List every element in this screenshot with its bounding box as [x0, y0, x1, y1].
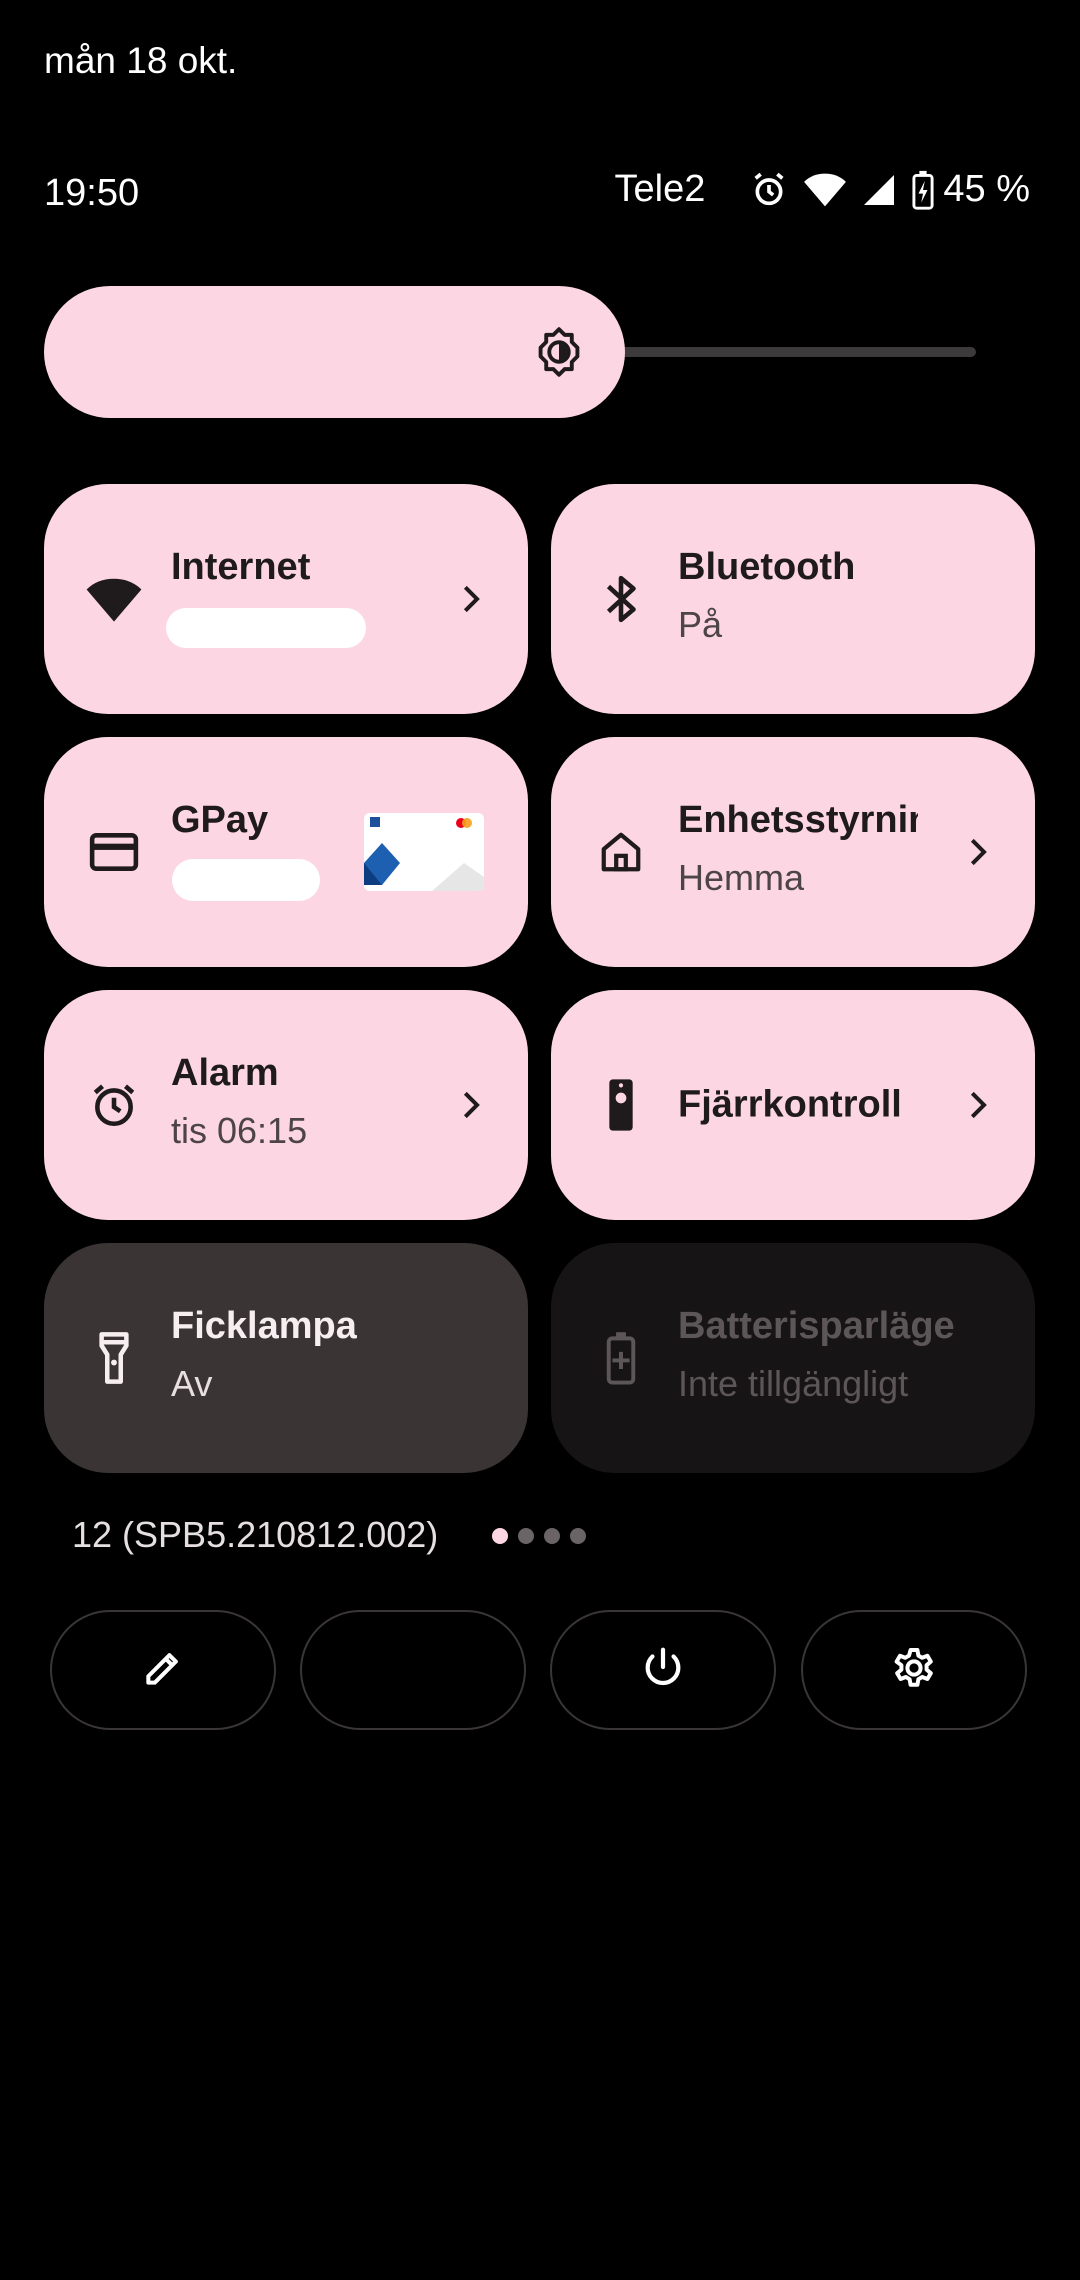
page-dot [518, 1528, 534, 1544]
tile-title: GPay [171, 799, 269, 841]
tile-internet[interactable]: Internet [44, 484, 528, 714]
build-number: 12 (SPB5.210812.002) [72, 1514, 439, 1555]
carrier-label: Tele2 [614, 168, 706, 210]
page-dot [492, 1528, 508, 1544]
brightness-track [604, 347, 976, 357]
brightness-fill[interactable] [44, 286, 625, 418]
tile-subtitle: Inte tillgängligt [678, 1363, 909, 1404]
user-switch-button[interactable] [300, 1610, 526, 1730]
flashlight-icon [84, 1328, 144, 1388]
brightness-slider[interactable] [44, 286, 976, 418]
battery-charging-icon [911, 170, 935, 210]
tile-bluetooth[interactable]: Bluetooth På [551, 484, 1035, 714]
chevron-right-icon [959, 1085, 999, 1125]
settings-button[interactable] [801, 1610, 1027, 1730]
tile-remote[interactable]: Fjärrkontroll [551, 990, 1035, 1220]
payment-card-image [364, 813, 484, 891]
tile-title: Enhetsstyrning [678, 799, 918, 841]
tile-title: Alarm [171, 1052, 279, 1094]
tile-title: Fjärrkontroll [678, 1083, 902, 1126]
tile-subtitle: Av [171, 1363, 213, 1404]
date-label: mån 18 okt. [44, 40, 238, 81]
status-icons: Tele2 45 % [615, 168, 1030, 211]
alarm-icon [749, 170, 789, 210]
edit-icon [141, 1646, 185, 1695]
remote-icon [591, 1075, 651, 1135]
power-button[interactable] [550, 1610, 776, 1730]
tile-title: Ficklampa [171, 1305, 357, 1347]
wifi-icon [84, 569, 144, 629]
page-dot [570, 1528, 586, 1544]
chevron-right-icon [452, 579, 492, 619]
battery-percent: 45 % [943, 168, 1030, 210]
redacted-network-name [166, 608, 366, 648]
battery-saver-icon [591, 1328, 651, 1388]
tile-subtitle: På [678, 604, 723, 645]
home-icon [591, 822, 651, 882]
tile-title: Batterisparläge [678, 1305, 955, 1347]
chevron-right-icon [452, 1085, 492, 1125]
power-icon [640, 1645, 686, 1696]
tile-subtitle: tis 06:15 [171, 1110, 308, 1151]
cell-signal-icon [861, 172, 897, 208]
edit-button[interactable] [50, 1610, 276, 1730]
tile-battery-saver[interactable]: Batterisparläge Inte tillgängligt [551, 1243, 1035, 1473]
alarm-icon [84, 1075, 144, 1135]
brightness-icon [533, 326, 585, 383]
clock: 19:50 [44, 172, 140, 214]
tile-subtitle: Hemma [678, 857, 805, 898]
bluetooth-icon [591, 569, 651, 629]
wifi-icon [803, 170, 847, 210]
settings-icon [890, 1644, 938, 1697]
credit-card-icon [84, 822, 144, 882]
chevron-right-icon [959, 832, 999, 872]
page-dot [544, 1528, 560, 1544]
tile-flashlight[interactable]: Ficklampa Av [44, 1243, 528, 1473]
tile-device-controls[interactable]: Enhetsstyrning Hemma [551, 737, 1035, 967]
tile-alarm[interactable]: Alarm tis 06:15 [44, 990, 528, 1220]
tile-gpay[interactable]: GPay [44, 737, 528, 967]
tile-title: Internet [171, 546, 311, 588]
tile-title: Bluetooth [678, 546, 856, 588]
redacted-card-number [172, 859, 320, 901]
page-indicator[interactable] [492, 1528, 586, 1544]
